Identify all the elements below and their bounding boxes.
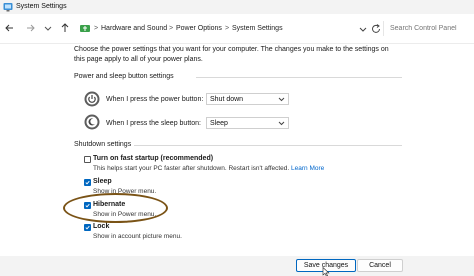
intro-text: Choose the power settings that you want … [74, 46, 389, 63]
power-section-title: Power and sleep button settings [74, 73, 174, 80]
power-button-action-value: Shut down [210, 96, 244, 103]
breadcrumb-separator: > [225, 25, 230, 32]
back-button[interactable] [3, 21, 17, 35]
section-divider [196, 77, 402, 78]
control-panel-icon [3, 2, 13, 12]
sleep-button-label: When I press the sleep button: [106, 120, 201, 127]
address-history-chevron-down-icon[interactable] [358, 24, 368, 34]
sleep-button-action-select[interactable]: Sleep [206, 117, 289, 129]
fast-startup-checkbox[interactable] [84, 156, 91, 163]
address-bar[interactable]: > Hardware and Sound > Power Options > S… [77, 22, 356, 36]
chevron-down-icon [278, 97, 285, 102]
fast-startup-label: Turn on fast startup (recommended) [93, 155, 214, 162]
recent-locations-button[interactable] [41, 21, 55, 35]
main-content: Choose the power settings that you want … [0, 44, 474, 256]
mouse-pointer-icon [322, 266, 330, 276]
sleep-button-action-value: Sleep [210, 120, 228, 127]
sleep-checkbox[interactable] [84, 179, 91, 186]
power-button-label: When I press the power button: [106, 96, 204, 103]
navigation-bar: > Hardware and Sound > Power Options > S… [0, 14, 474, 44]
section-divider [134, 145, 402, 146]
up-button[interactable] [58, 21, 72, 35]
search-input[interactable] [390, 23, 464, 34]
breadcrumb-system-settings[interactable]: System Settings [232, 24, 283, 33]
lock-description: Show in account picture menu. [93, 233, 182, 240]
power-button-icon [84, 91, 100, 107]
breadcrumb-separator: > [169, 25, 174, 32]
search-box[interactable] [383, 21, 469, 36]
lock-checkbox[interactable] [84, 224, 91, 231]
cancel-button[interactable]: Cancel [357, 259, 403, 272]
chevron-down-icon [278, 121, 285, 126]
sleep-button-icon [84, 114, 100, 130]
breadcrumb-hardware-and-sound[interactable]: Hardware and Sound [101, 24, 167, 33]
footer-bar: Save changes Cancel [0, 256, 474, 276]
breadcrumb-power-options[interactable]: Power Options [176, 24, 222, 33]
window-title: System Settings [16, 3, 67, 10]
refresh-icon[interactable] [370, 23, 382, 35]
sleep-label: Sleep [93, 178, 112, 185]
power-button-action-select[interactable]: Shut down [206, 93, 289, 105]
fast-startup-description-text: This helps start your PC faster after sh… [93, 165, 290, 172]
power-options-icon [79, 23, 91, 35]
fast-startup-description: This helps start your PC faster after sh… [93, 165, 324, 172]
learn-more-link[interactable]: Learn More [291, 165, 324, 172]
forward-button[interactable] [23, 21, 37, 35]
lock-label: Lock [93, 223, 110, 230]
hibernate-highlight-ring [63, 193, 168, 223]
breadcrumb-separator: > [94, 25, 99, 32]
title-bar: System Settings [0, 0, 474, 14]
shutdown-section-title: Shutdown settings [74, 141, 132, 148]
